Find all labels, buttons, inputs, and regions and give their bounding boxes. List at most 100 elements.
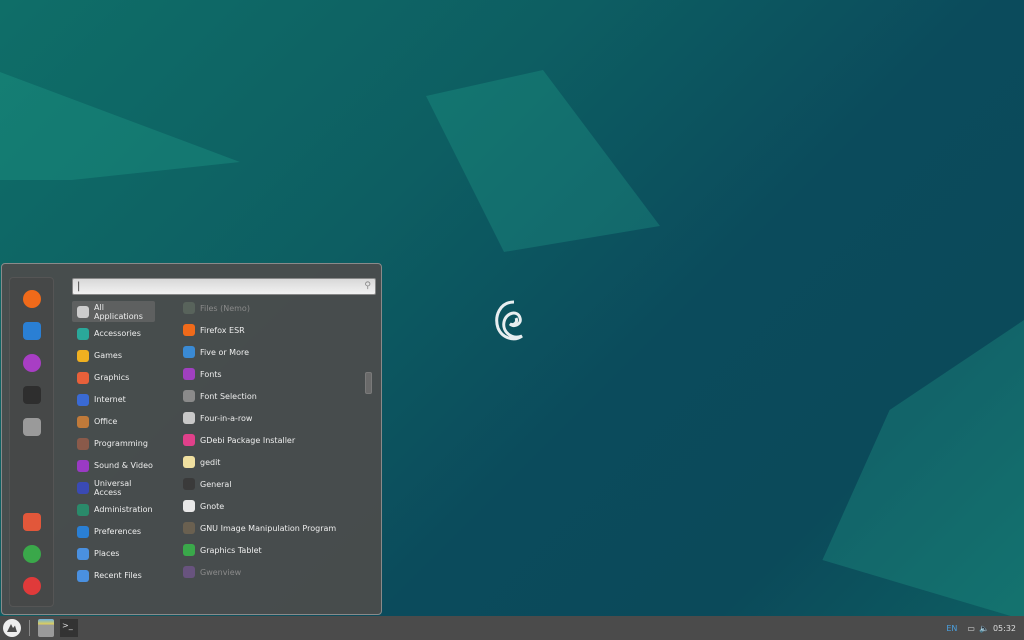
logout-button[interactable] [23,545,41,563]
app-item[interactable]: Five or More [183,342,249,362]
app-label: Files (Nemo) [200,303,250,313]
category-all-applications[interactable]: All Applications [72,301,155,322]
favorite-gnome-tweaks[interactable] [23,354,41,372]
app-label: Five or More [200,347,249,357]
favorites-sidebar [9,277,54,607]
keyboard-layout[interactable]: EN [946,624,957,633]
app-label: Gnote [200,501,225,511]
category-label: Places [94,549,120,558]
category-games[interactable]: Games [72,345,155,366]
category-icon [77,415,89,428]
app-icon [183,390,195,402]
favorite-terminal[interactable] [23,386,41,404]
category-places[interactable]: Places [72,543,155,564]
category-recent-files[interactable]: Recent Files [72,565,155,586]
app-item[interactable]: Files (Nemo) [183,298,250,318]
app-label: Graphics Tablet [200,545,262,555]
category-label: Sound & Video [94,461,153,470]
category-programming[interactable]: Programming [72,433,155,454]
cinnamon-icon [7,624,17,632]
app-icon [183,544,195,556]
app-label: Four-in-a-row [200,413,253,423]
category-label: Preferences [94,527,142,536]
app-item[interactable]: Fonts [183,364,222,384]
category-internet[interactable]: Internet [72,389,155,410]
app-item[interactable]: Gwenview [183,562,241,582]
app-icon [183,434,195,446]
app-icon [183,412,195,424]
app-item[interactable]: Firefox ESR [183,320,245,340]
wallpaper-shard [822,320,1024,620]
category-sound-video[interactable]: Sound & Video [72,455,155,476]
application-menu: | ⚲ All Applications Accessories Games Graph… [1,263,382,615]
app-icon [183,522,195,534]
files-launcher[interactable] [38,619,54,637]
scrollbar[interactable] [365,372,372,394]
category-label: All Applications [94,302,143,321]
category-icon [77,481,89,494]
app-item[interactable]: General [183,474,232,494]
app-icon [183,456,195,468]
app-label: Fonts [200,369,222,379]
category-graphics[interactable]: Graphics [72,367,155,388]
category-icon [77,569,89,582]
app-label: Font Selection [200,391,257,401]
app-label: Firefox ESR [200,325,245,335]
debian-swirl-logo [495,300,523,341]
app-icon [183,346,195,358]
clock[interactable]: 05:32 [993,624,1016,633]
app-label: GNU Image Manipulation Program [200,523,337,533]
category-icon [77,525,89,538]
category-preferences[interactable]: Preferences [72,521,155,542]
terminal-launcher[interactable]: >_ [60,619,78,637]
category-icon [77,393,89,406]
category-icon [77,459,89,472]
app-item[interactable]: gedit [183,452,220,472]
app-item[interactable]: Four-in-a-row [183,408,252,428]
app-item[interactable]: GDebi Package Installer [183,430,295,450]
app-label: Gwenview [200,567,242,577]
search-input[interactable]: | ⚲ [72,278,376,295]
display-icon[interactable]: ▭ [967,624,975,633]
category-universal-access[interactable]: Universal Access [72,477,155,498]
app-label: GDebi Package Installer [200,435,296,445]
favorite-firefox[interactable] [23,290,41,308]
app-label: General [200,479,232,489]
app-icon [183,500,195,512]
category-icon [77,349,89,362]
category-label: Graphics [94,373,130,382]
category-administration[interactable]: Administration [72,499,155,520]
power-button[interactable] [23,577,41,595]
category-label: Administration [94,505,153,514]
favorite-files[interactable] [23,418,41,436]
app-item[interactable]: Font Selection [183,386,257,406]
app-item[interactable]: Graphics Tablet [183,540,262,560]
category-label: Accessories [94,329,141,338]
app-icon [183,324,195,336]
category-icon [77,327,89,340]
category-accessories[interactable]: Accessories [72,323,155,344]
volume-icon[interactable]: 🔈 [979,624,989,633]
favorite-settings[interactable] [23,322,41,340]
separator [29,620,30,636]
category-office[interactable]: Office [72,411,155,432]
category-label: Games [94,351,122,360]
category-icon [77,371,89,384]
category-label: Office [94,417,118,426]
wallpaper-shard [0,72,240,180]
app-icon [183,566,195,578]
app-item[interactable]: GNU Image Manipulation Program [183,518,336,538]
category-icon [77,547,89,560]
category-label: Internet [94,395,126,404]
search-icon: ⚲ [364,281,371,291]
category-icon [77,437,89,450]
lock-screen-button[interactable] [23,513,41,531]
menu-button[interactable] [3,619,21,637]
app-label: gedit [200,457,221,467]
wallpaper-shard [426,70,660,252]
app-item[interactable]: Gnote [183,496,224,516]
app-icon [183,302,195,314]
taskbar: >_ EN ▭ 🔈 05:32 [0,616,1024,640]
app-icon [183,368,195,380]
category-icon [77,305,89,318]
